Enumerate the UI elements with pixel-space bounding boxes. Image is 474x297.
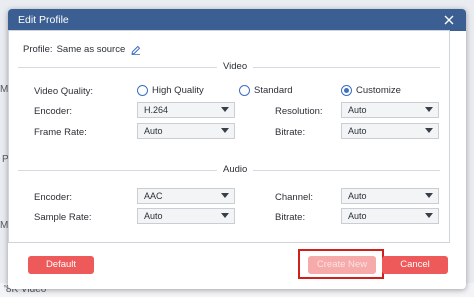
- profile-row: Profile: Same as source: [23, 44, 141, 55]
- chevron-down-icon: [425, 107, 433, 112]
- audio-encoder-select[interactable]: AAC: [137, 188, 235, 204]
- radio-customize[interactable]: Customize: [341, 85, 401, 96]
- chevron-down-icon: [221, 213, 229, 218]
- chevron-down-icon: [425, 193, 433, 198]
- resolution-select[interactable]: Auto: [341, 102, 439, 118]
- chevron-down-icon: [221, 128, 229, 133]
- chevron-down-icon: [425, 213, 433, 218]
- create-new-button[interactable]: Create New: [308, 256, 376, 274]
- select-value: Auto: [348, 211, 367, 221]
- default-button[interactable]: Default: [28, 256, 94, 274]
- pencil-icon[interactable]: [131, 45, 141, 55]
- select-value: Auto: [144, 211, 163, 221]
- video-encoder-label: Encoder:: [34, 106, 73, 117]
- video-bitrate-select[interactable]: Auto: [341, 123, 439, 139]
- frame-rate-select[interactable]: Auto: [137, 123, 235, 139]
- select-value: Auto: [348, 191, 367, 201]
- audio-bitrate-label: Bitrate:: [275, 212, 306, 223]
- chevron-down-icon: [221, 193, 229, 198]
- radio-label: High Quality: [152, 85, 204, 96]
- audio-bitrate-select[interactable]: Auto: [341, 208, 439, 224]
- dialog-titlebar: Edit Profile: [8, 9, 466, 31]
- audio-encoder-label: Encoder:: [34, 192, 73, 203]
- select-value: AAC: [144, 191, 163, 201]
- radio-label: Standard: [254, 85, 293, 96]
- dialog-title: Edit Profile: [18, 14, 69, 26]
- video-encoder-select[interactable]: H.264: [137, 102, 235, 118]
- sample-rate-label: Sample Rate:: [34, 212, 92, 223]
- radio-circle: [239, 85, 250, 96]
- channel-label: Channel:: [275, 192, 314, 203]
- radio-label: Customize: [356, 85, 401, 96]
- video-bitrate-label: Bitrate:: [275, 127, 306, 138]
- profile-value: Same as source: [56, 44, 126, 55]
- radio-standard[interactable]: Standard: [239, 85, 293, 96]
- select-value: Auto: [348, 126, 367, 136]
- close-icon[interactable]: [442, 13, 456, 27]
- audio-section-title: Audio: [217, 164, 254, 175]
- radio-high-quality[interactable]: High Quality: [137, 85, 204, 96]
- select-value: H.264: [144, 105, 169, 115]
- profile-label: Profile:: [23, 44, 53, 55]
- radio-circle-selected: [341, 85, 352, 96]
- select-value: Auto: [144, 126, 163, 136]
- video-quality-label: Video Quality:: [34, 86, 93, 97]
- select-value: Auto: [348, 105, 367, 115]
- chevron-down-icon: [425, 128, 433, 133]
- sample-rate-select[interactable]: Auto: [137, 208, 235, 224]
- frame-rate-label: Frame Rate:: [34, 127, 87, 138]
- resolution-label: Resolution:: [275, 106, 323, 117]
- channel-select[interactable]: Auto: [341, 188, 439, 204]
- radio-circle: [137, 85, 148, 96]
- video-section-title: Video: [217, 61, 254, 72]
- chevron-down-icon: [221, 107, 229, 112]
- cancel-button[interactable]: Cancel: [382, 256, 448, 274]
